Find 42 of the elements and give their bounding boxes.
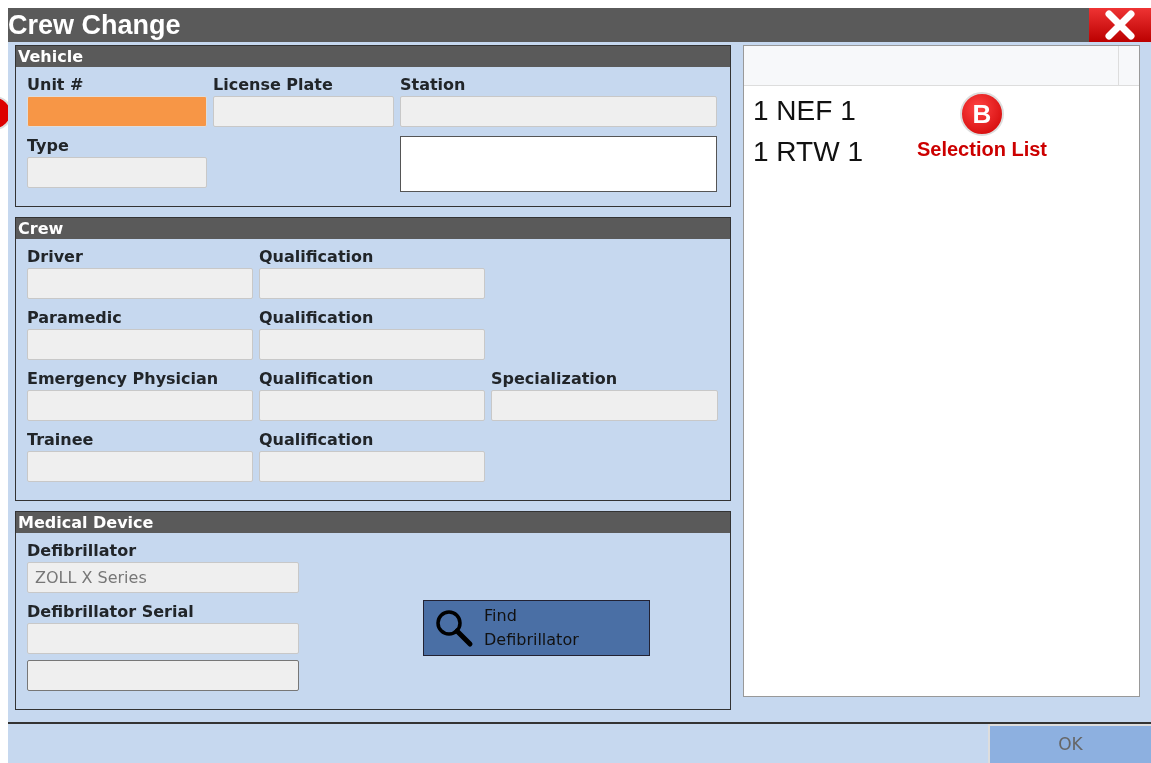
input-field[interactable] [27, 157, 207, 188]
field-label: Defibrillator Serial [27, 601, 195, 623]
section-header: Crew [16, 218, 730, 239]
field-label: Qualification [259, 429, 375, 451]
callout-label: Selection List [916, 138, 1047, 161]
callout-marker: B [959, 92, 1004, 136]
section-header: Vehicle [16, 46, 730, 67]
field-label: Station [400, 74, 467, 96]
field-label: Emergency Physician [27, 368, 220, 390]
window-title: Crew Change [8, 9, 181, 42]
input-field[interactable] [213, 96, 394, 127]
field-label: License Plate [213, 74, 334, 96]
input-field[interactable] [27, 451, 253, 482]
text-area[interactable] [400, 136, 717, 192]
field-label: Qualification [259, 368, 375, 390]
input-field[interactable] [491, 390, 718, 421]
list-item[interactable]: 1 NEF 1 [753, 90, 863, 131]
input-field[interactable] [259, 329, 485, 360]
close-button[interactable] [1089, 8, 1151, 42]
list-item[interactable]: 1 RTW 1 [753, 131, 863, 172]
field-label: Driver [27, 246, 84, 268]
field-label: Specialization [491, 368, 619, 390]
field-label: Paramedic [27, 307, 123, 329]
find-button[interactable]: Find Defibrillator [423, 600, 650, 656]
input-field[interactable] [27, 329, 253, 360]
input-field[interactable] [27, 623, 299, 654]
input-field[interactable] [27, 660, 299, 691]
field-label: Qualification [259, 307, 375, 329]
input-field[interactable] [27, 268, 253, 299]
input-field[interactable] [259, 268, 485, 299]
input-field[interactable] [27, 390, 253, 421]
search-icon [434, 608, 474, 648]
field-label: Defibrillator [27, 540, 138, 562]
field-label: Qualification [259, 246, 375, 268]
input-field[interactable]: ZOLL X Series [27, 562, 299, 593]
field-label: Unit # [27, 74, 85, 96]
input-field[interactable] [259, 390, 485, 421]
section-header: Medical Device [16, 512, 730, 533]
field-label: Trainee [27, 429, 95, 451]
input-field[interactable] [259, 451, 485, 482]
input-field[interactable] [400, 96, 717, 127]
field-label: Type [27, 135, 70, 157]
